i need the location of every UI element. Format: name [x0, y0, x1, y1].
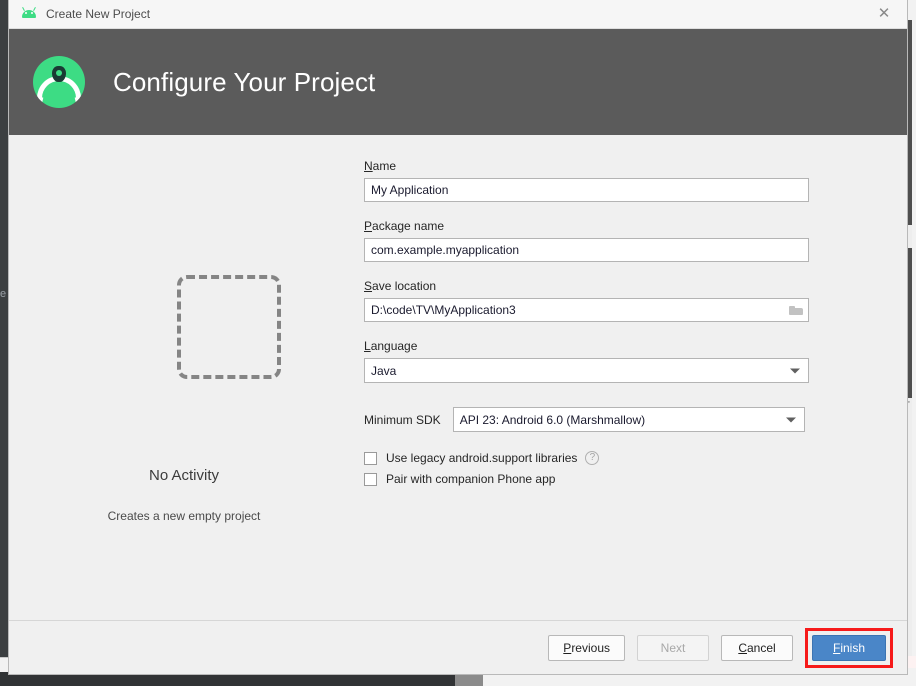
pair-companion-label[interactable]: Pair with companion Phone app — [386, 472, 555, 486]
language-field-group: Language Java — [364, 339, 834, 383]
legacy-libraries-checkbox[interactable] — [364, 451, 377, 465]
minimum-sdk-select-value: API 23: Android 6.0 (Marshmallow) — [459, 412, 646, 427]
package-name-label: Package name — [364, 219, 445, 233]
cancel-button[interactable]: Cancel — [721, 634, 793, 661]
name-field-group: Name My Application — [364, 159, 834, 202]
android-studio-logo-icon — [33, 56, 85, 108]
minimum-sdk-label: Minimum SDK — [364, 412, 441, 427]
dialog-footer: Previous Next Cancel Finish — [9, 620, 907, 674]
background-bottom-dark-strip — [0, 672, 478, 686]
finish-button-annotation: Finish — [805, 627, 893, 668]
legacy-libraries-label[interactable]: Use legacy android.support libraries — [386, 451, 577, 465]
close-icon[interactable]: ✕ — [861, 0, 907, 27]
activity-preview-panel: No Activity Creates a new empty project — [9, 135, 359, 620]
save-location-label: Save location — [364, 279, 437, 293]
minimum-sdk-select[interactable]: API 23: Android 6.0 (Marshmallow) — [452, 407, 805, 432]
chevron-down-icon — [790, 368, 800, 373]
save-location-input[interactable]: D:\code\TV\MyApplication3 — [364, 298, 809, 322]
android-robot-icon — [21, 6, 37, 22]
language-select-value: Java — [371, 363, 397, 378]
pair-companion-checkbox[interactable] — [364, 472, 377, 486]
save-location-field-group: Save location D:\code\TV\MyApplication3 — [364, 279, 834, 322]
project-configuration-form: Name My Application Package name com.exa… — [364, 159, 834, 493]
language-select[interactable]: Java — [364, 358, 809, 383]
dialog-header: Configure Your Project — [9, 29, 907, 135]
package-name-input[interactable]: com.example.myapplication — [364, 238, 809, 262]
activity-preview-title: No Activity — [148, 467, 220, 484]
pair-companion-row: Pair with companion Phone app — [364, 472, 834, 486]
previous-button[interactable]: Previous — [548, 634, 625, 661]
next-button: Next — [637, 634, 709, 661]
dialog-body: No Activity Creates a new empty project … — [9, 135, 907, 620]
language-label: Language — [364, 339, 418, 353]
folder-icon[interactable] — [783, 299, 808, 321]
chevron-down-icon — [785, 417, 796, 422]
legacy-libraries-row: Use legacy android.support libraries ? — [364, 451, 834, 465]
no-activity-placeholder-icon — [177, 275, 281, 379]
page-title: Configure Your Project — [113, 66, 376, 97]
name-input[interactable]: My Application — [364, 178, 809, 202]
finish-button[interactable]: Finish — [812, 634, 886, 661]
minimum-sdk-field-group: Minimum SDK API 23: Android 6.0 (Marshma… — [364, 407, 834, 432]
dialog-titlebar: Create New Project ✕ — [9, 0, 907, 29]
create-new-project-dialog: Create New Project ✕ Configure Your Proj… — [9, 0, 907, 674]
package-name-field-group: Package name com.example.myapplication — [364, 219, 834, 262]
activity-preview-description: Creates a new empty project — [107, 509, 261, 523]
name-label: Name — [364, 159, 397, 173]
help-icon[interactable]: ? — [585, 451, 600, 465]
background-bottom-handle — [455, 672, 483, 686]
dialog-title: Create New Project — [46, 7, 151, 21]
